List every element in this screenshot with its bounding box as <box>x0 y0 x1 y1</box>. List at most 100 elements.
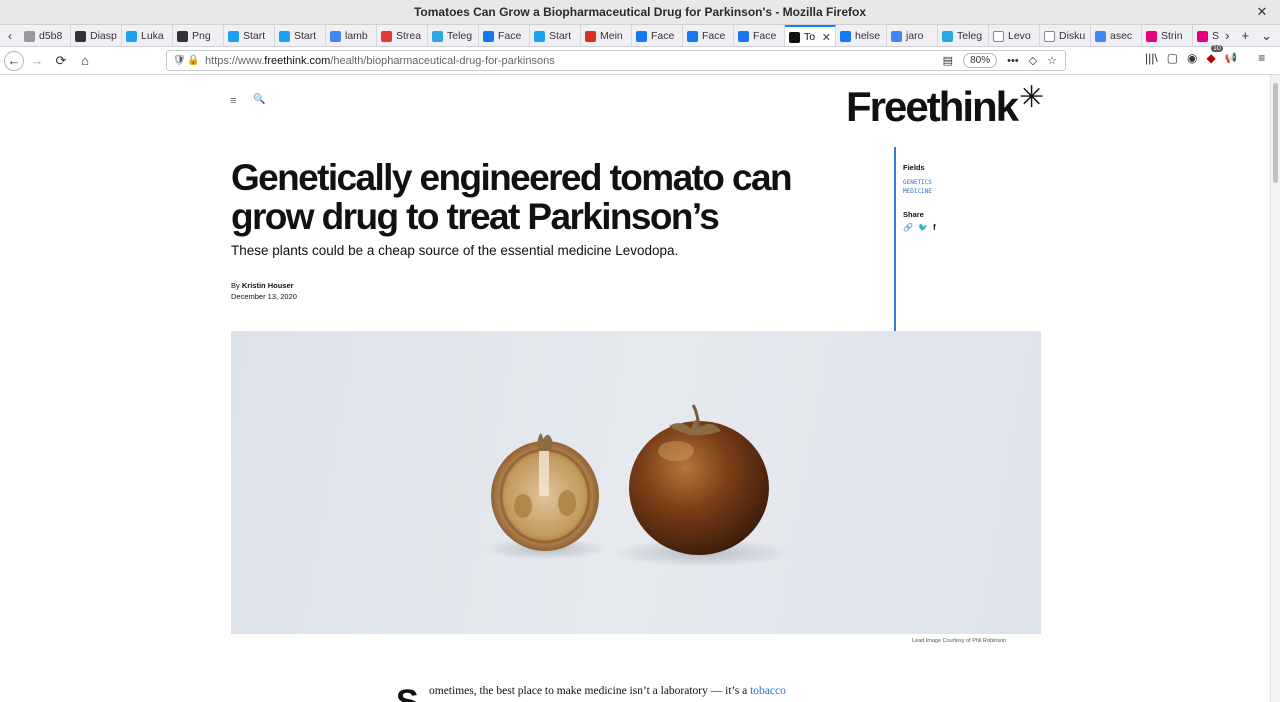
tab-label: Strin <box>1212 30 1220 42</box>
lead-image <box>231 331 1041 634</box>
tab[interactable]: Luka <box>122 25 173 46</box>
ublock-icon[interactable]: ◆ 10 <box>1207 45 1223 65</box>
gmail-icon <box>585 30 596 42</box>
twitter-share-icon[interactable]: 🐦 <box>918 223 928 232</box>
freethink-logo[interactable]: Freethink✳ <box>846 81 1044 131</box>
field-link-genetics[interactable]: GENETICS <box>903 178 936 187</box>
tab[interactable]: helse <box>836 25 887 46</box>
close-tab-icon[interactable]: ✕ <box>822 31 831 44</box>
tab[interactable]: Face <box>632 25 683 46</box>
tab-label: To <box>804 31 816 43</box>
library-icon[interactable]: |||\ <box>1145 51 1158 65</box>
tab[interactable]: To ✕ <box>785 25 836 46</box>
lock-icon[interactable]: 🔒 <box>187 55 201 66</box>
tab[interactable]: Disku <box>1040 25 1091 46</box>
tab[interactable]: Png <box>173 25 224 46</box>
window-title: Tomatoes Can Grow a Biopharmaceutical Dr… <box>413 5 867 19</box>
tab-scroll-left-icon[interactable]: ‹ <box>0 25 20 46</box>
twitter-icon <box>279 30 290 42</box>
tab-label: helse <box>855 30 881 42</box>
stream-icon <box>381 30 392 42</box>
home-button[interactable]: ⌂ <box>74 50 96 72</box>
sidebar-icon[interactable]: ▢ <box>1167 51 1178 65</box>
new-tab-icon[interactable]: + <box>1242 28 1250 43</box>
by-label: By <box>231 281 240 290</box>
pocket-icon[interactable]: ◇ <box>1029 54 1037 67</box>
tab[interactable]: Teleg <box>938 25 989 46</box>
publish-date: December 13, 2020 <box>231 292 297 301</box>
facebook-icon <box>738 30 749 42</box>
reload-button[interactable]: ⟳ <box>50 50 72 72</box>
tab-label: lamb <box>345 30 368 42</box>
tab[interactable]: Start <box>275 25 326 46</box>
tab[interactable]: Strea <box>377 25 428 46</box>
tab[interactable]: Start <box>530 25 581 46</box>
url-actions: ▤ 80% ••• ◇ ☆ <box>943 53 1065 68</box>
google-icon <box>891 30 902 42</box>
back-button[interactable]: ← <box>4 50 24 71</box>
url-bar[interactable]: 🛡 🔒 https://www.freethink.com/health/bio… <box>166 50 1066 71</box>
site-search-icon[interactable]: 🔍 <box>253 94 265 105</box>
tab[interactable]: d5b8 <box>20 25 71 46</box>
tab-label: Levo <box>1008 30 1031 42</box>
account-icon[interactable]: ◉ <box>1187 51 1197 65</box>
page-actions-icon[interactable]: ••• <box>1007 55 1019 67</box>
zoom-level-button[interactable]: 80% <box>963 53 998 68</box>
tab-label: d5b8 <box>39 30 63 42</box>
tab-label: asec <box>1110 30 1133 42</box>
tobacco-link[interactable]: tobacco <box>750 685 786 697</box>
tab[interactable]: lamb <box>326 25 377 46</box>
freethink-icon <box>789 31 800 43</box>
list-all-tabs-icon[interactable]: ⌄ <box>1261 28 1272 44</box>
tab-label: Diasp <box>90 30 117 42</box>
tab[interactable]: asec <box>1091 25 1142 46</box>
tab[interactable]: Strin <box>1193 25 1219 46</box>
tab-label: Strea <box>396 30 422 42</box>
toolbar-right: |||\ ▢ ◉ ◆ 10 📢 ≡ <box>1145 45 1265 65</box>
image-caption: Lead Image Courtesy of Phil Robinson <box>912 638 1007 644</box>
whole-tomato <box>629 421 769 555</box>
tab[interactable]: Strin <box>1142 25 1193 46</box>
facebook-share-icon[interactable]: f <box>933 223 936 232</box>
tab[interactable]: Face <box>479 25 530 46</box>
tab[interactable]: Face <box>683 25 734 46</box>
site-menu-icon[interactable]: ≡ <box>230 95 236 107</box>
facebook-icon <box>483 30 494 42</box>
forward-button[interactable]: → <box>26 50 48 72</box>
tab-label: Face <box>702 30 726 42</box>
paragraph-text: ometimes, the best place to make medicin… <box>429 685 748 697</box>
article-sidebar: Fields GENETICS MEDICINE Share 🔗 🐦 f <box>903 163 936 232</box>
tab[interactable]: Start <box>224 25 275 46</box>
app-menu-icon[interactable]: ≡ <box>1258 51 1265 65</box>
wikipedia-icon <box>993 30 1004 42</box>
tab-scroll-right-icon[interactable]: › <box>1225 28 1229 43</box>
author-link[interactable]: Kristin Houser <box>242 281 294 290</box>
scrollbar-thumb[interactable] <box>1273 83 1278 183</box>
url-text[interactable]: https://www.freethink.com/health/biophar… <box>205 55 555 67</box>
bookmark-star-icon[interactable]: ☆ <box>1047 54 1057 67</box>
tab-label: Face <box>753 30 777 42</box>
tab-strip: d5b8 Diasp Luka Png Start Start lamb Strea Teleg… <box>20 25 1219 46</box>
tab[interactable]: Diasp <box>71 25 122 46</box>
telegram-icon <box>942 30 953 42</box>
tab[interactable]: Mein <box>581 25 632 46</box>
tab[interactable]: jaro <box>887 25 938 46</box>
tab[interactable]: Face <box>734 25 785 46</box>
window-close-icon[interactable]: ✕ <box>1254 4 1270 20</box>
page-scrollbar[interactable] <box>1270 75 1280 702</box>
fields-label: Fields <box>903 163 925 172</box>
tracking-shield-icon[interactable]: 🛡 <box>173 55 187 66</box>
reader-view-icon[interactable]: ▤ <box>943 54 953 67</box>
tomato-photo <box>484 404 791 567</box>
diaspora-icon <box>177 30 188 42</box>
tab-label: Disku <box>1059 30 1086 42</box>
diaspora-icon <box>75 30 86 42</box>
copy-link-icon[interactable]: 🔗 <box>903 223 913 232</box>
tab[interactable]: Levo <box>989 25 1040 46</box>
field-link-medicine[interactable]: MEDICINE <box>903 187 936 196</box>
megaphone-icon[interactable]: 📢 <box>1225 53 1237 64</box>
tab-label: Strin <box>1161 30 1183 42</box>
tab-label: Teleg <box>957 30 983 42</box>
tab[interactable]: Teleg <box>428 25 479 46</box>
google-icon <box>330 30 341 42</box>
